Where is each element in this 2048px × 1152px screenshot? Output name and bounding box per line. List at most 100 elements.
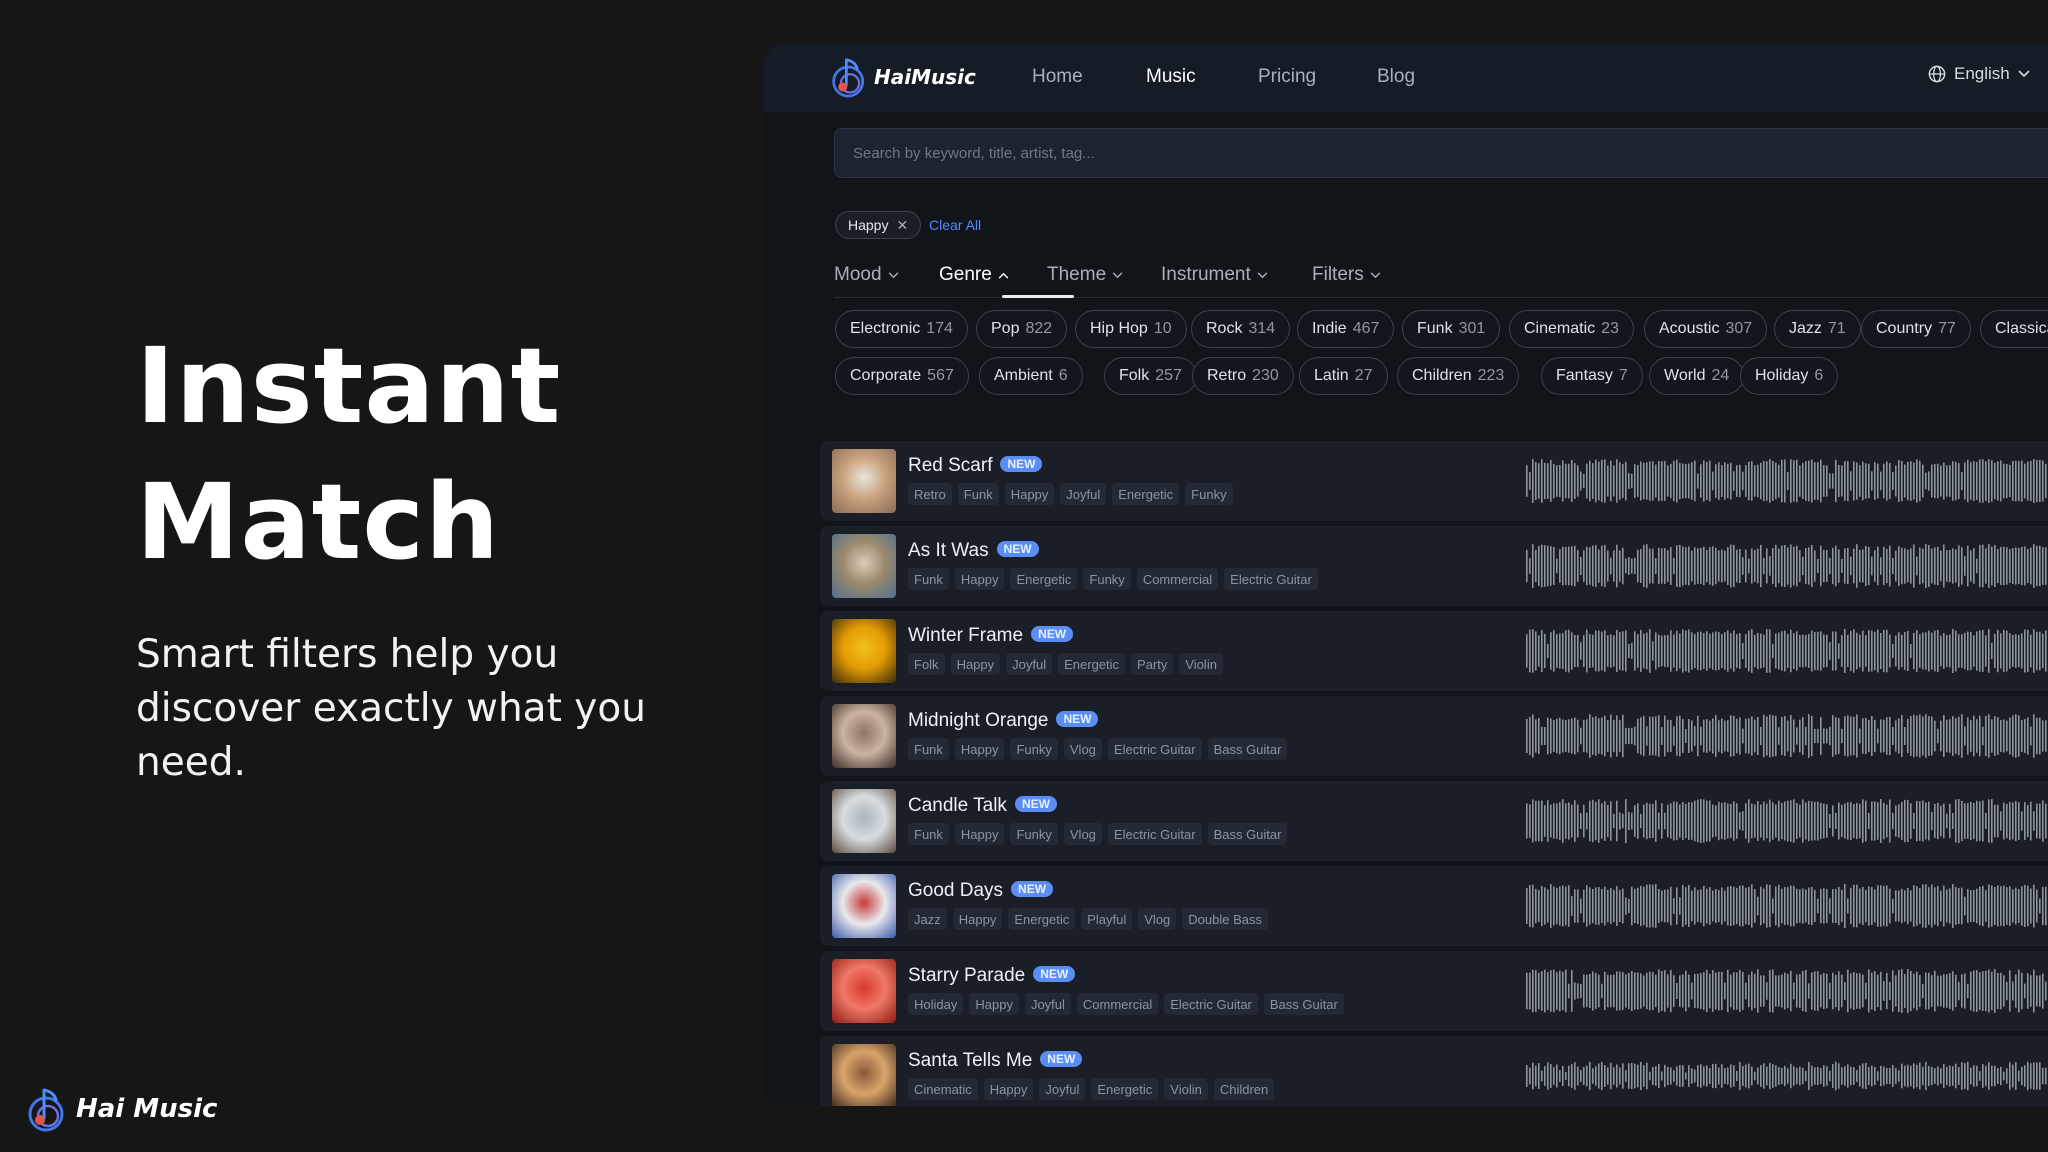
track-tag[interactable]: Happy [969,993,1019,1015]
tab-genre[interactable]: Genre [939,264,1009,286]
track-tag[interactable]: Happy [954,738,1005,760]
track-cover-image[interactable] [832,959,896,1023]
track-tag[interactable]: Funky [1185,483,1233,505]
track-tag[interactable]: Joyful [1024,993,1071,1015]
track-tag[interactable]: Joyful [1006,653,1053,675]
track-cover-image[interactable] [832,619,896,683]
track-row[interactable]: Winter Frame NEW Folk Happy Joyful Energetic P… [820,611,2048,691]
track-tag[interactable]: Energetic [1008,908,1076,930]
track-tag[interactable]: Funk [957,483,999,505]
tab-instrument[interactable]: Instrument [1161,264,1268,286]
track-tag[interactable]: Electric Guitar [1107,738,1202,760]
track-tag[interactable]: Vlog [1063,823,1102,845]
track-tag[interactable]: Electric Guitar [1164,993,1258,1015]
nav-music[interactable]: Music [1146,66,1196,88]
track-tag[interactable]: Funk [908,568,949,590]
nav-blog[interactable]: Blog [1377,66,1415,88]
track-tag[interactable]: Happy [950,653,1001,675]
waveform[interactable] [1526,459,2048,503]
nav-pricing[interactable]: Pricing [1258,66,1316,88]
track-row[interactable]: Good Days NEW Jazz Happy Energetic Playful Vlo… [820,866,2048,946]
track-tag[interactable]: Bass Guitar [1207,823,1288,845]
language-selector[interactable]: English [1928,64,2030,84]
genre-chip[interactable]: Jazz 71 [1774,310,1861,348]
track-tag[interactable]: Energetic [1010,568,1078,590]
track-cover-image[interactable] [832,534,896,598]
track-tag[interactable]: Electric Guitar [1224,568,1318,590]
clear-all-link[interactable]: Clear All [929,217,981,233]
track-tag[interactable]: Funky [1083,568,1131,590]
track-tag[interactable]: Folk [908,653,945,675]
genre-chip[interactable]: Corporate 567 [835,357,969,395]
track-cover-image[interactable] [832,1044,896,1106]
track-cover-image[interactable] [832,449,896,513]
track-tag[interactable]: Playful [1081,908,1133,930]
nav-home[interactable]: Home [1032,66,1083,88]
waveform[interactable] [1526,714,2048,758]
track-tag[interactable]: Energetic [1112,483,1180,505]
track-title[interactable]: Starry Parade NEW [908,965,1076,987]
track-tag[interactable]: Happy [954,568,1005,590]
track-tag[interactable]: Jazz [908,908,947,930]
genre-chip[interactable]: Hip Hop 10 [1075,310,1187,348]
genre-chip[interactable]: Retro 230 [1192,357,1294,395]
track-tag[interactable]: Happy [1004,483,1055,505]
track-title[interactable]: As It Was NEW [908,540,1039,562]
track-tag[interactable]: Funk [908,738,949,760]
track-title[interactable]: Midnight Orange NEW [908,710,1099,732]
track-tag[interactable]: Commercial [1136,568,1219,590]
genre-chip[interactable]: Classica [1980,310,2048,348]
track-tag[interactable]: Vlog [1063,738,1102,760]
track-tag[interactable]: Happy [954,823,1005,845]
waveform[interactable] [1526,969,2048,1013]
track-tag[interactable]: Holiday [908,993,964,1015]
waveform[interactable] [1526,1054,2048,1098]
track-tag[interactable]: Funky [1010,823,1058,845]
track-cover-image[interactable] [832,704,896,768]
genre-chip[interactable]: World 24 [1649,357,1745,395]
genre-chip[interactable]: Folk 257 [1104,357,1197,395]
tab-theme[interactable]: Theme [1047,264,1123,286]
waveform[interactable] [1526,799,2048,843]
waveform[interactable] [1526,884,2048,928]
track-tag[interactable]: Vlog [1138,908,1177,930]
track-tag[interactable]: Bass Guitar [1207,738,1288,760]
track-tag[interactable]: Party [1131,653,1174,675]
track-row[interactable]: Midnight Orange NEW Funk Happy Funky Vlog Elec… [820,696,2048,776]
track-cover-image[interactable] [832,874,896,938]
track-tag[interactable]: Violin [1179,653,1223,675]
active-filter-chip[interactable]: Happy ✕ [835,211,922,239]
track-cover-image[interactable] [832,789,896,853]
track-tag[interactable]: Double Bass [1182,908,1269,930]
search-input[interactable] [834,128,2048,178]
track-tag[interactable]: Energetic [1091,1078,1159,1100]
genre-chip[interactable]: Fantasy 7 [1541,357,1643,395]
track-tag[interactable]: Joyful [1060,483,1107,505]
tab-mood[interactable]: Mood [834,264,899,286]
track-tag[interactable]: Funk [908,823,949,845]
track-tag[interactable]: Bass Guitar [1263,993,1344,1015]
track-title[interactable]: Good Days NEW [908,880,1054,902]
track-tag[interactable]: Cinematic [908,1078,978,1100]
genre-chip[interactable]: Ambient 6 [979,357,1083,395]
close-icon[interactable]: ✕ [896,217,908,234]
track-tag[interactable]: Children [1213,1078,1275,1100]
track-title[interactable]: Winter Frame NEW [908,625,1074,647]
track-title[interactable]: Candle Talk NEW [908,795,1057,817]
genre-chip[interactable]: Children 223 [1397,357,1520,395]
track-title[interactable]: Red Scarf NEW [908,455,1043,477]
track-row[interactable]: Starry Parade NEW Holiday Happy Joyful Commer… [820,951,2048,1031]
genre-chip[interactable]: Rock 314 [1191,310,1291,348]
genre-chip[interactable]: Latin 27 [1299,357,1388,395]
track-tag[interactable]: Happy [952,908,1003,930]
genre-chip[interactable]: Funk 301 [1402,310,1501,348]
track-tag[interactable]: Funky [1010,738,1058,760]
track-tag[interactable]: Happy [983,1078,1034,1100]
genre-chip[interactable]: Cinematic 23 [1509,310,1634,348]
track-row[interactable]: Candle Talk NEW Funk Happy Funky Vlog Electric… [820,781,2048,861]
track-tag[interactable]: Energetic [1058,653,1126,675]
track-title[interactable]: Santa Tells Me NEW [908,1050,1083,1072]
waveform[interactable] [1526,544,2048,588]
track-tag[interactable]: Violin [1164,1078,1208,1100]
track-tag[interactable]: Electric Guitar [1107,823,1202,845]
